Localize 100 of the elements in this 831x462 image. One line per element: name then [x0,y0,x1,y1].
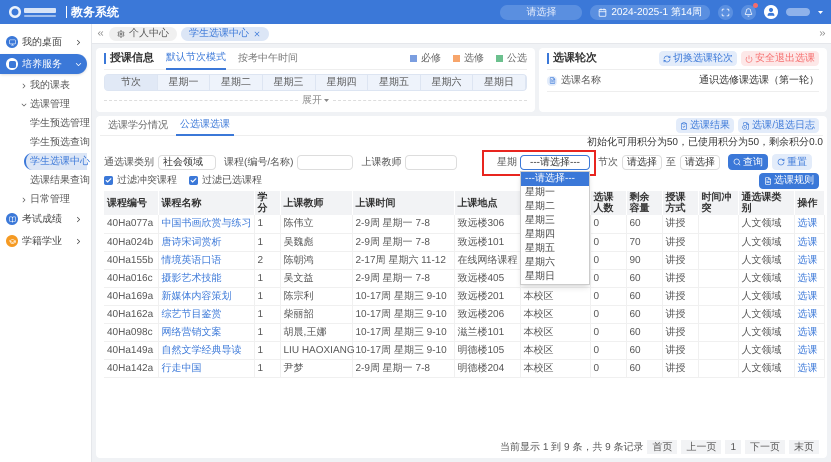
dropdown-option[interactable]: 星期四 [521,228,589,242]
teacher-field[interactable] [405,154,458,170]
select-link[interactable]: 选课 [798,254,818,266]
course-link[interactable]: 中国书画欣赏与练习 [162,218,252,230]
sidebar-item[interactable]: 学籍学业 [0,231,87,251]
page-tab[interactable]: 个人中心 [109,26,177,40]
search-field[interactable]: 请选择 [500,4,582,20]
weekday-column-header: 星期五 [368,75,421,90]
course-link[interactable]: 综艺节目鉴赏 [162,308,222,320]
course-link[interactable]: 摄影艺术技能 [162,272,222,284]
check-icon [190,177,197,184]
page-tab[interactable]: 学生选课中心 [181,26,269,40]
expand-button[interactable]: 展开 [302,93,329,108]
sidebar-item[interactable]: 日常管理 [14,191,87,208]
sidebar-item[interactable]: 考试成绩 [0,209,87,229]
close-icon[interactable] [253,30,261,38]
dropdown-option[interactable]: 星期二 [521,200,589,214]
chevron-icon [74,236,83,246]
caret-icon [20,196,28,204]
course-link[interactable]: 自然文学经典导读 [162,344,242,356]
page-button[interactable]: 首页 [647,440,678,454]
dropdown-option[interactable]: 星期六 [521,256,589,270]
dropdown-option[interactable]: ---请选择--- [521,172,589,186]
course-link[interactable]: 行走中国 [162,362,202,374]
section-tab[interactable]: 选课学分情况 [104,116,172,136]
dropdown-option[interactable]: 星期日 [521,270,589,284]
category-field[interactable]: 社会领域 [158,154,216,170]
select-link[interactable]: 选课 [798,344,818,356]
sidebar-item[interactable]: 我的课表 [14,77,87,94]
mode-tab[interactable]: 按考中午时间 [238,48,298,70]
period-from-select[interactable]: 请选择 [622,154,662,170]
page-button[interactable]: 末页 [789,440,819,454]
table-cell: 本校区 [524,362,554,374]
page-button[interactable]: 1 [725,440,741,454]
select-link[interactable]: 选课 [798,218,818,230]
notification-button[interactable] [741,4,756,20]
table-cell: 0 [594,308,600,320]
action-button[interactable]: 选课/退选日志 [738,118,819,133]
table-cell: 1 [258,290,264,302]
table-cell: 40Ha142a [107,362,154,374]
table-cell: 40Ha077a [107,218,154,230]
weekday-column-header: 星期四 [316,75,368,90]
sidebar-item[interactable]: 选课结果查询 [24,172,87,189]
select-link[interactable]: 选课 [798,362,818,374]
course-link[interactable]: 网络营销文案 [162,326,222,338]
table-cell: 人文领域 [742,308,782,320]
course-field[interactable] [297,154,354,170]
column-header: 上课教师 [284,198,324,208]
table-cell: 2-9周 星期一 7-8 [356,272,430,284]
checkbox[interactable] [189,176,198,185]
table-cell: 60 [630,344,641,356]
period-to-select[interactable]: 请选择 [680,154,720,170]
mode-tab[interactable]: 默认节次模式 [166,48,226,70]
fullscreen-button[interactable] [718,4,733,20]
section-tab[interactable]: 公选课选课 [176,116,234,136]
reset-button[interactable]: 重置 [772,154,812,170]
credit-note: 初始化可用积分为50，已使用积分为50，剩余积分0.0 [586,136,823,150]
sidebar-item[interactable]: 我的桌面 [0,32,87,52]
rules-button[interactable]: 选课规则 [759,172,819,188]
search-button[interactable]: 查询 [728,154,768,170]
select-link[interactable]: 选课 [798,326,818,338]
avatar-icon[interactable] [764,5,778,19]
caret-icon[interactable] [818,10,823,14]
switch-round-button[interactable]: 切换选课轮次 [659,51,737,66]
sidebar-item[interactable]: 学生预选查询 [24,134,87,151]
page-button[interactable]: 上一页 [681,440,722,454]
table-cell: 2-9周 星期一 7-8 [356,236,430,248]
course-link[interactable]: 新媒体内容策划 [162,290,232,302]
table-cell: 人文领域 [742,254,782,266]
weekday-column-header: 星期日 [473,75,526,90]
select-link[interactable]: 选课 [798,308,818,320]
table-cell: 1 [258,218,264,230]
page-button[interactable]: 下一页 [745,440,785,454]
exit-button[interactable]: 安全退出选课 [741,51,819,66]
select-link[interactable]: 选课 [798,236,818,248]
sidebar-item[interactable]: 培养服务 [0,54,87,74]
table-cell: 1 [258,272,264,284]
course-link[interactable]: 唐诗宋词赏析 [162,236,222,248]
sidebar-item[interactable]: 选课管理 [14,96,87,113]
table-cell: 2-9周 星期一 7-8 [356,218,430,230]
dropdown-option[interactable]: 星期三 [521,214,589,228]
weekday-select[interactable]: ---请选择--- [520,154,590,170]
table-cell: 人文领域 [742,344,782,356]
dropdown-option[interactable]: 星期五 [521,242,589,256]
table-cell: 0 [594,272,600,284]
select-link[interactable]: 选课 [798,272,818,284]
table-cell: 陈伟立 [284,218,314,230]
action-button[interactable]: 选课结果 [676,118,734,133]
checkbox[interactable] [104,176,113,185]
weekday-column-header: 星期一 [158,75,210,90]
document-icon [742,122,750,130]
scroll-right-icon[interactable] [818,29,827,38]
select-link[interactable]: 选课 [798,290,818,302]
dropdown-option[interactable]: 星期一 [521,186,589,200]
term-badge[interactable]: 2024-2025-1 第14周 [590,4,710,20]
scroll-left-icon[interactable] [96,29,105,38]
table-cell: 60 [630,362,641,374]
filter-label: 至 [666,156,676,170]
course-link[interactable]: 情境英语口语 [162,254,222,266]
legend-label: 公选 [507,52,527,66]
